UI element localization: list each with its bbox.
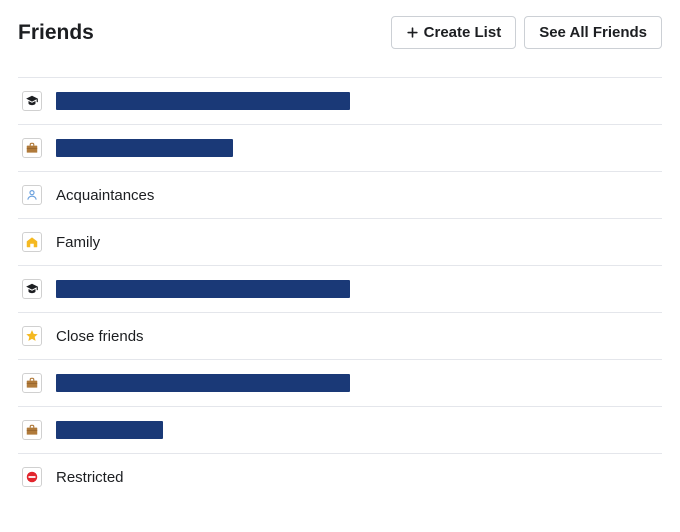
create-list-button[interactable]: Create List: [391, 16, 517, 49]
list-item[interactable]: Family: [18, 218, 662, 265]
header-actions: Create List See All Friends: [391, 16, 662, 49]
list-item[interactable]: Restricted: [18, 453, 662, 500]
list-item-label: Family: [56, 234, 100, 251]
home-icon: [22, 232, 42, 252]
plus-icon: [406, 26, 419, 39]
education-icon: [22, 91, 42, 111]
briefcase-icon: [22, 373, 42, 393]
briefcase-icon: [22, 138, 42, 158]
list-item-label: Acquaintances: [56, 187, 154, 204]
redacted-label: [56, 139, 233, 157]
restricted-icon: [22, 467, 42, 487]
list-item[interactable]: Acquaintances: [18, 171, 662, 218]
briefcase-icon: [22, 420, 42, 440]
redacted-label: [56, 374, 350, 392]
education-icon: [22, 279, 42, 299]
redacted-label: [56, 280, 350, 298]
list-item-label: Restricted: [56, 469, 124, 486]
person-icon: [22, 185, 42, 205]
list-item[interactable]: [18, 359, 662, 406]
list-item[interactable]: Close friends: [18, 312, 662, 359]
list-item[interactable]: [18, 77, 662, 124]
list-item[interactable]: [18, 265, 662, 312]
redacted-label: [56, 92, 350, 110]
page-title: Friends: [18, 21, 94, 45]
see-all-friends-button[interactable]: See All Friends: [524, 16, 662, 49]
redacted-label: [56, 421, 163, 439]
see-all-label: See All Friends: [539, 24, 647, 41]
list-item[interactable]: [18, 124, 662, 171]
list-item[interactable]: [18, 406, 662, 453]
create-list-label: Create List: [424, 24, 502, 41]
header: Friends Create List See All Friends: [18, 16, 662, 49]
star-icon: [22, 326, 42, 346]
friends-list: Acquaintances Family Close friends Restrict…: [18, 77, 662, 500]
list-item-label: Close friends: [56, 328, 144, 345]
